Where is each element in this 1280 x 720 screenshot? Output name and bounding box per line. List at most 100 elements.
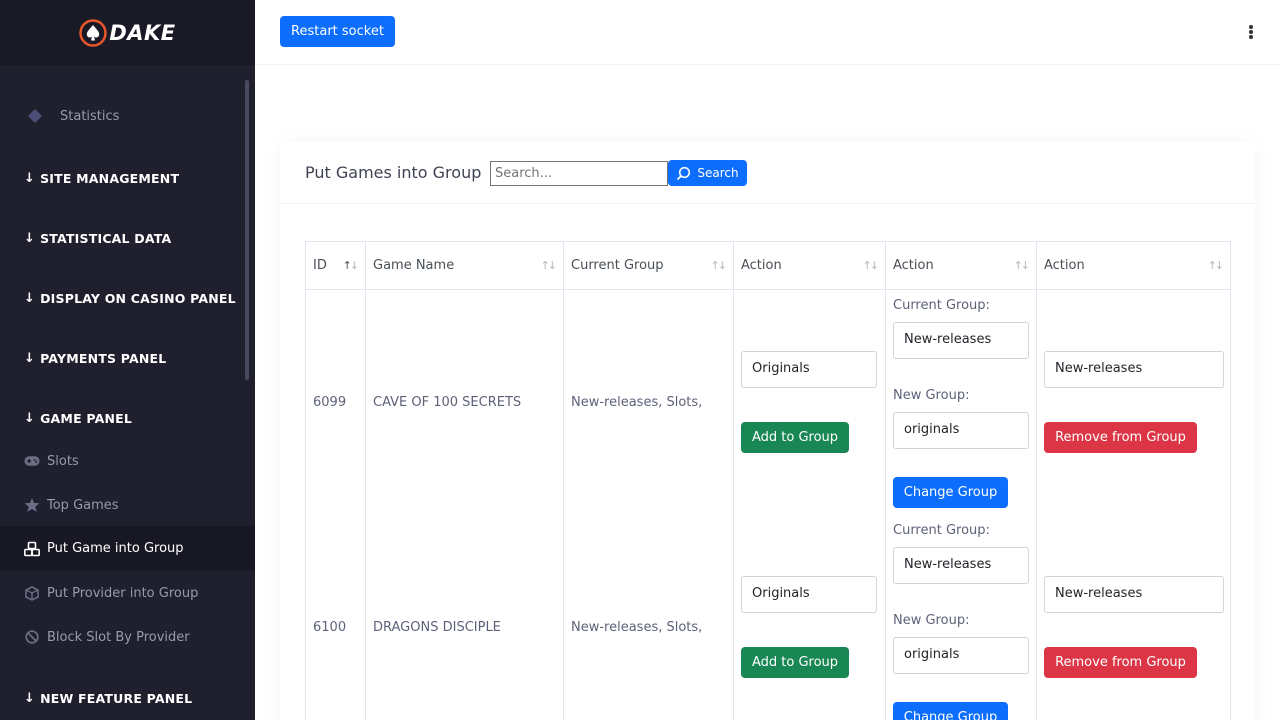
arrow-down-icon: ↓	[24, 691, 36, 706]
arrow-down-icon: ↓	[24, 411, 36, 426]
search-button[interactable]: Search	[668, 160, 747, 186]
sort-icon[interactable]: ↑↓	[711, 259, 728, 272]
games-table: ID ↑↓ Game Name ↑↓ Current Group ↑↓ Action ↑…	[305, 241, 1231, 720]
header-label: Game Name	[373, 258, 455, 273]
card-title: Put Games into Group	[305, 163, 482, 182]
add-group-select[interactable]: Originals	[741, 576, 877, 613]
sidebar-section-statistical-data[interactable]: ↓ STATISTICAL DATA	[24, 231, 171, 246]
current-group-select[interactable]: New-releases	[893, 322, 1029, 359]
add-to-group-button[interactable]: Add to Group	[741, 422, 849, 453]
put-games-card: Put Games into Group Search ID ↑↓ Game Na…	[280, 142, 1255, 720]
change-group-button[interactable]: Change Group	[893, 702, 1008, 720]
star-icon	[24, 497, 40, 513]
sidebar-item-put-game-into-group[interactable]: Put Game into Group	[0, 526, 255, 571]
header-label: Action	[893, 258, 934, 273]
sidebar-item-label: Slots	[47, 453, 79, 469]
sidebar-section-game-panel[interactable]: ↓ GAME PANEL	[24, 411, 132, 426]
remove-group-select[interactable]: New-releases	[1044, 576, 1224, 613]
sidebar-section-display-casino[interactable]: ↓ DISPLAY ON CASINO PANEL	[24, 291, 236, 306]
sort-icon[interactable]: ↑↓	[1208, 259, 1225, 272]
cell-current-group: New-releases, Slots,	[563, 515, 734, 720]
top-bar: Restart socket	[255, 0, 1280, 65]
cell-game-name: CAVE OF 100 SECRETS	[365, 289, 564, 515]
spade-logo-icon	[79, 18, 108, 47]
column-header-action-add[interactable]: Action ↑↓	[733, 241, 886, 290]
column-header-id[interactable]: ID ↑↓	[305, 241, 366, 290]
sidebar-section-site-management[interactable]: ↓ SITE MANAGEMENT	[24, 171, 179, 186]
remove-from-group-button[interactable]: Remove from Group	[1044, 422, 1197, 453]
brand-logo[interactable]: DAKE	[79, 18, 176, 47]
sidebar-item-label: Top Games	[47, 497, 119, 513]
sidebar: DAKE Statistics ↓ SITE MANAGEMENT ↓ STAT…	[0, 0, 255, 720]
brand-name: DAKE	[109, 20, 176, 45]
change-group-button[interactable]: Change Group	[893, 477, 1008, 508]
sort-icon[interactable]: ↑↓	[541, 259, 558, 272]
header-label: ID	[313, 258, 327, 273]
current-group-label: Current Group:	[893, 298, 990, 313]
section-label: GAME PANEL	[40, 411, 133, 426]
remove-from-group-button[interactable]: Remove from Group	[1044, 647, 1197, 678]
current-group-select[interactable]: New-releases	[893, 547, 1029, 584]
ban-icon	[24, 629, 40, 645]
search-button-label: Search	[697, 166, 739, 180]
table-row: 6100 DRAGONS DISCIPLE New-releases, Slot…	[305, 515, 1231, 720]
column-header-action-change[interactable]: Action ↑↓	[885, 241, 1037, 290]
section-label: SITE MANAGEMENT	[40, 171, 180, 186]
card-header: Put Games into Group Search	[280, 142, 1255, 204]
cell-add-action: Originals Add to Group	[733, 289, 886, 515]
sidebar-item-block-slot-by-provider[interactable]: Block Slot By Provider	[0, 626, 255, 648]
search-input[interactable]	[490, 161, 668, 186]
remove-group-select[interactable]: New-releases	[1044, 351, 1224, 388]
header-label: Action	[1044, 258, 1085, 273]
sort-asc-icon[interactable]: ↑↓	[343, 259, 360, 272]
sort-icon[interactable]: ↑↓	[1014, 259, 1031, 272]
new-group-select[interactable]: originals	[893, 637, 1029, 674]
diamond-icon	[27, 108, 43, 124]
cell-current-group: New-releases, Slots,	[563, 289, 734, 515]
new-group-label: New Group:	[893, 613, 970, 628]
sidebar-item-label: Block Slot By Provider	[47, 629, 190, 645]
table-header-row: ID ↑↓ Game Name ↑↓ Current Group ↑↓ Action ↑…	[305, 241, 1231, 290]
kebab-icon[interactable]	[1246, 22, 1256, 42]
sidebar-item-slots[interactable]: Slots	[0, 450, 255, 472]
sidebar-item-put-provider-into-group[interactable]: Put Provider into Group	[0, 582, 255, 604]
sidebar-item-top-games[interactable]: Top Games	[0, 494, 255, 516]
add-to-group-button[interactable]: Add to Group	[741, 647, 849, 678]
cell-remove-action: New-releases Remove from Group	[1036, 289, 1231, 515]
table-row: 6099 CAVE OF 100 SECRETS New-releases, S…	[305, 289, 1231, 515]
logo-bar: DAKE	[0, 0, 255, 65]
arrow-down-icon: ↓	[24, 171, 36, 186]
cubes-icon	[24, 541, 40, 557]
arrow-down-icon: ↓	[24, 291, 36, 306]
column-header-game-name[interactable]: Game Name ↑↓	[365, 241, 564, 290]
header-label: Current Group	[571, 258, 664, 273]
sidebar-item-statistics[interactable]: Statistics	[0, 104, 255, 128]
sidebar-section-new-feature[interactable]: ↓ NEW FEATURE PANEL	[24, 691, 192, 706]
sidebar-item-label: Statistics	[60, 108, 120, 124]
gamepad-icon	[24, 453, 40, 469]
arrow-down-icon: ↓	[24, 351, 36, 366]
header-label: Action	[741, 258, 782, 273]
section-label: NEW FEATURE PANEL	[40, 691, 193, 706]
section-label: PAYMENTS PANEL	[40, 351, 167, 366]
sidebar-item-label: Put Game into Group	[47, 541, 184, 556]
restart-socket-button[interactable]: Restart socket	[280, 16, 395, 47]
section-label: STATISTICAL DATA	[40, 231, 172, 246]
arrow-down-icon: ↓	[24, 231, 36, 246]
sidebar-item-label: Put Provider into Group	[47, 585, 199, 601]
new-group-select[interactable]: originals	[893, 412, 1029, 449]
cell-change-action: Current Group: New-releases New Group: o…	[885, 289, 1037, 515]
add-group-select[interactable]: Originals	[741, 351, 877, 388]
sort-icon[interactable]: ↑↓	[863, 259, 880, 272]
column-header-current-group[interactable]: Current Group ↑↓	[563, 241, 734, 290]
current-group-label: Current Group:	[893, 523, 990, 538]
cell-id: 6100	[305, 515, 366, 720]
cell-change-action: Current Group: New-releases New Group: o…	[885, 515, 1037, 720]
sidebar-section-payments[interactable]: ↓ PAYMENTS PANEL	[24, 351, 166, 366]
new-group-label: New Group:	[893, 388, 970, 403]
section-label: DISPLAY ON CASINO PANEL	[40, 291, 236, 306]
cell-add-action: Originals Add to Group	[733, 515, 886, 720]
search-icon	[677, 166, 691, 180]
cell-game-name: DRAGONS DISCIPLE	[365, 515, 564, 720]
column-header-action-remove[interactable]: Action ↑↓	[1036, 241, 1231, 290]
